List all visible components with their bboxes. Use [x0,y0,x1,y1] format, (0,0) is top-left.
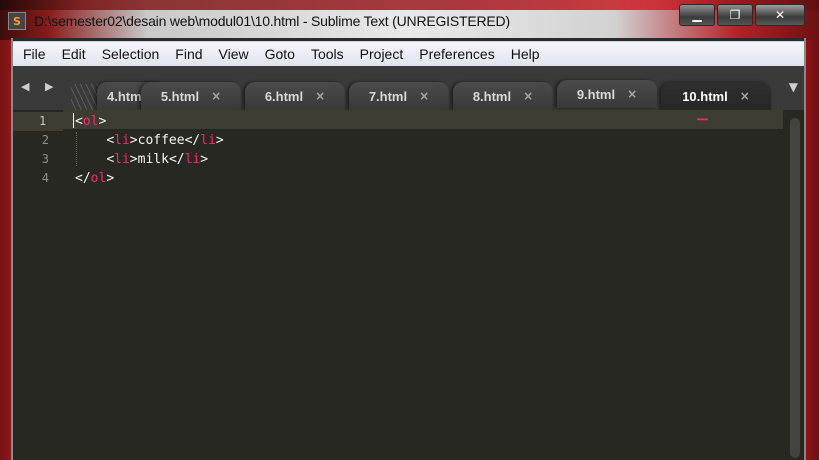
tab-close-icon[interactable]: × [740,89,750,103]
menu-file[interactable]: File [13,46,54,62]
tab-close-icon[interactable]: × [627,87,637,101]
tab-9-html[interactable]: 9.html × [557,80,657,108]
maximize-button[interactable]: ❐ [717,4,753,26]
title-bar: S D:\semester02\desain web\modul01\10.ht… [8,8,668,34]
sublime-app-icon[interactable]: S [8,12,26,30]
code-editor[interactable]: 1 2 3 4 <ol> <li>coffee</li> <li>milk</l… [13,110,804,460]
tab-6-html[interactable]: 6.html × [245,82,345,110]
editor-window: File Edit Selection Find View Goto Tools… [11,38,806,460]
menu-bar: File Edit Selection Find View Goto Tools… [13,41,804,67]
text-cursor [73,113,74,128]
tab-5-html[interactable]: 5.html × [141,82,241,110]
tab-close-icon[interactable]: × [523,89,533,103]
menu-selection[interactable]: Selection [94,46,168,62]
tab-bar: ◀ ▶ 4.htm 5.html × 6.html × 7.html × 8.h… [13,66,804,110]
code-line-2: <li>coffee</li> [106,133,224,148]
window-title: D:\semester02\desain web\modul01\10.html… [34,13,510,29]
tab-label: 8.html [472,88,512,104]
tab-close-icon[interactable]: × [211,89,221,103]
tab-scroll-arrows-icon[interactable]: ◀ ▶ [21,80,59,93]
tab-close-icon[interactable]: × [419,89,429,103]
code-line-1: <ol> [75,114,107,129]
vertical-scrollbar[interactable] [790,118,800,458]
window-controls: ▁ ❐ ✕ [679,4,805,26]
scrollbar-thumb[interactable] [790,118,800,458]
code-line-4: </ol> [75,171,115,186]
tab-overflow-dropdown-icon[interactable]: ▼ [789,80,798,94]
menu-edit[interactable]: Edit [54,46,94,62]
tab-label: 5.html [160,88,200,104]
minimap[interactable]: ▬▬▬ [697,116,719,123]
tab-10-html[interactable]: 10.html × [661,82,771,110]
menu-find[interactable]: Find [167,46,210,62]
tab-label: 10.html [682,88,728,104]
line-number-gutter: 1 2 3 4 [13,110,63,460]
close-button[interactable]: ✕ [755,4,805,26]
code-line-3: <li>milk</li> [106,152,209,167]
tab-label: 7.html [368,88,408,104]
tab-close-icon[interactable]: × [315,89,325,103]
tab-label: 9.html [576,86,616,102]
line-number: 4 [41,171,49,185]
tab-7-html[interactable]: 7.html × [349,82,449,110]
line-number: 3 [41,152,49,166]
menu-tools[interactable]: Tools [303,46,352,62]
line-number: 1 [13,112,63,131]
tab-label: 6.html [264,88,304,104]
tab-8-html[interactable]: 8.html × [453,82,553,110]
menu-goto[interactable]: Goto [257,46,303,62]
line-number: 2 [41,133,49,147]
menu-view[interactable]: View [211,46,257,62]
menu-preferences[interactable]: Preferences [411,46,502,62]
menu-help[interactable]: Help [503,46,548,62]
tab-label: 4.htm [107,88,142,104]
minimize-button[interactable]: ▁ [679,4,715,26]
menu-project[interactable]: Project [352,46,412,62]
current-line-highlight [63,110,783,129]
